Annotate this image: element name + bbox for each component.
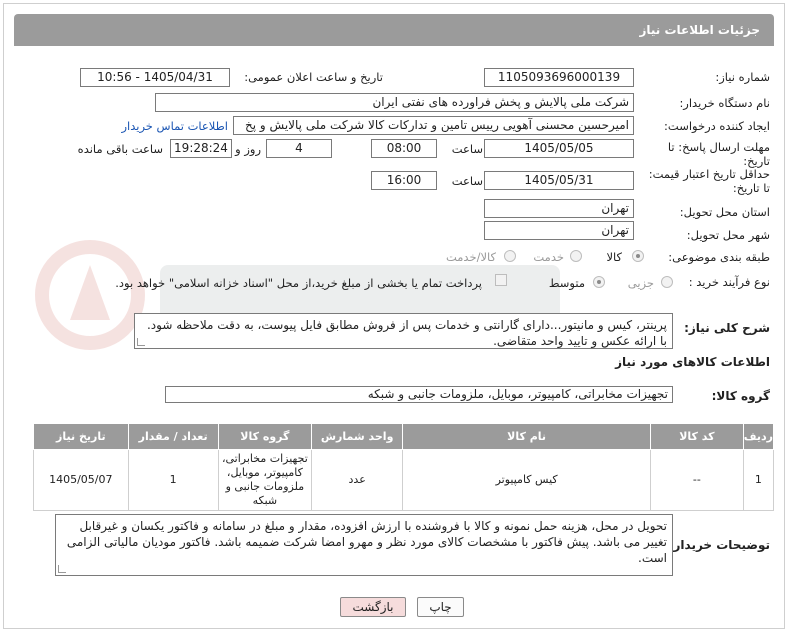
request-creator-label: ایجاد کننده درخواست: [664, 119, 770, 133]
back-button[interactable]: بازگشت [340, 597, 406, 617]
col-header-goods-code: کد کالا [649, 423, 744, 450]
goods-group-value: تجهیزات مخابراتی، کامپیوتر، موبایل، ملزو… [165, 386, 673, 403]
treasury-payment-text: پرداخت تمام یا بخشی از مبلغ خرید،از محل … [115, 276, 482, 290]
table-row: 1 -- کیس کامپیوتر عدد تجهیزات مخابراتی، … [33, 449, 775, 511]
delivery-city-label: شهر محل تحویل: [686, 228, 770, 242]
price-validity-time-label: ساعت [451, 174, 483, 188]
subject-category-label: طبقه بندی موضوعی: [668, 250, 770, 264]
general-description-text: پرینتر، کیس و مانیتور...دارای گارانتی و … [146, 318, 667, 348]
cell-need-date: 1405/05/07 [33, 449, 129, 511]
goods-info-title: اطلاعات کالاهای مورد نیاز [615, 355, 770, 369]
cell-goods-name: کیس کامپیوتر [402, 449, 651, 511]
goods-table: ردیف کد کالا نام کالا واحد شمارش گروه کا… [33, 423, 775, 511]
remaining-time-value: 19:28:24 [170, 139, 232, 158]
buyer-org-label: نام دستگاه خریدار: [679, 96, 770, 110]
deadline-label-line2: تاریخ: [743, 154, 770, 168]
process-medium-radio[interactable] [593, 276, 605, 288]
deadline-label-line1: مهلت ارسال پاسخ: تا [667, 140, 770, 154]
remaining-time-label: ساعت باقی مانده [77, 142, 163, 156]
cell-unit: عدد [311, 449, 404, 511]
category-service-radio[interactable] [570, 250, 582, 262]
deadline-time-value: 08:00 [371, 139, 437, 158]
buyer-notes-textarea[interactable]: تحویل در محل، هزینه حمل نمونه و کالا با … [55, 514, 673, 576]
category-goods-label: کالا [606, 250, 622, 264]
cell-row-number: 1 [742, 449, 775, 511]
announce-datetime-label: تاریخ و ساعت اعلان عمومی: [244, 70, 383, 84]
process-minor-radio[interactable] [661, 276, 673, 288]
goods-group-label: گروه کالا: [711, 389, 770, 403]
delivery-city-value: تهران [484, 221, 634, 240]
page-title: جزئیات اطلاعات نیاز [14, 14, 774, 46]
print-button[interactable]: چاپ [417, 597, 464, 617]
price-validity-date-value: 1405/05/31 [484, 171, 634, 190]
category-goods-radio[interactable] [632, 250, 644, 262]
resize-grip-icon[interactable] [137, 338, 145, 346]
announce-datetime-value: 1405/04/31 - 10:56 [80, 68, 230, 87]
category-goods-service-radio[interactable] [504, 250, 516, 262]
col-header-quantity: تعداد / مقدار [127, 423, 219, 450]
cell-quantity: 1 [127, 449, 219, 511]
cell-goods-group: تجهیزات مخابراتی، کامپیوتر، موبایل، ملزو… [217, 449, 313, 511]
purchase-process-label: نوع فرآیند خرید : [688, 275, 770, 289]
resize-grip-icon[interactable] [58, 565, 66, 573]
need-number-value: 1105093696000139 [484, 68, 634, 87]
col-header-need-date: تاریخ نیاز [33, 423, 129, 450]
delivery-province-label: استان محل تحویل: [679, 205, 770, 219]
buyer-notes-label: توضیحات خریدار: [668, 538, 770, 552]
cell-goods-code: -- [649, 449, 744, 511]
process-minor-label: جزیی [627, 276, 654, 290]
buyer-notes-text: تحویل در محل، هزینه حمل نمونه و کالا با … [66, 519, 667, 565]
delivery-province-value: تهران [484, 199, 634, 218]
request-creator-value: امیرحسین محسنی آهویی رییس تامین و تدارکا… [233, 116, 634, 135]
col-header-row-number: ردیف [742, 423, 775, 450]
category-goods-service-label: کالا/خدمت [445, 250, 496, 264]
col-header-goods-name: نام کالا [402, 423, 651, 450]
col-header-goods-group: گروه کالا [217, 423, 313, 450]
general-description-label: شرح کلی نیاز: [684, 321, 770, 335]
col-header-unit: واحد شمارش [311, 423, 404, 450]
deadline-time-label: ساعت [451, 142, 483, 156]
price-validity-time-value: 16:00 [371, 171, 437, 190]
deadline-date-value: 1405/05/05 [484, 139, 634, 158]
price-validity-label-line2: تا تاریخ: [732, 181, 770, 195]
remaining-days-value: 4 [266, 139, 332, 158]
buyer-contact-link[interactable]: اطلاعات تماس خریدار [121, 119, 228, 133]
need-number-label: شماره نیاز: [715, 70, 770, 84]
goods-table-header-row: ردیف کد کالا نام کالا واحد شمارش گروه کا… [33, 423, 775, 450]
process-medium-label: متوسط [548, 276, 585, 290]
buyer-org-value: شرکت ملی پالایش و پخش فراورده های نفتی ا… [155, 93, 634, 112]
price-validity-label-line1: حداقل تاریخ اعتبار قیمت: [648, 167, 770, 181]
treasury-payment-checkbox[interactable] [495, 274, 507, 286]
category-service-label: خدمت [533, 250, 564, 264]
days-label: روز و [235, 142, 261, 156]
general-description-textarea[interactable]: پرینتر، کیس و مانیتور...دارای گارانتی و … [134, 313, 673, 349]
